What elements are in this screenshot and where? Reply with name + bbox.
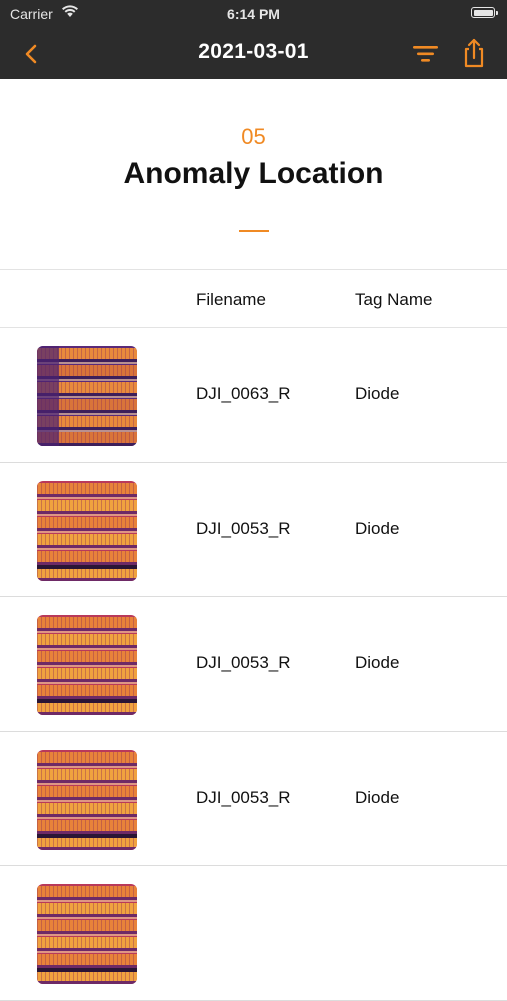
table-row[interactable]: DJI_0053_R Diode bbox=[0, 597, 507, 732]
thermal-thumbnail[interactable] bbox=[37, 615, 137, 715]
battery-icon bbox=[471, 7, 498, 18]
share-icon bbox=[464, 38, 484, 68]
section-title: Anomaly Location bbox=[123, 157, 384, 190]
row-filename: DJI_0053_R bbox=[196, 787, 291, 807]
table-header: Filename Tag Name bbox=[0, 269, 507, 328]
filter-icon bbox=[413, 46, 438, 62]
top-bar: Carrier 6:14 PM 2021-03-01 bbox=[0, 0, 507, 79]
thermal-thumbnail[interactable] bbox=[37, 884, 137, 984]
status-bar: Carrier 6:14 PM bbox=[0, 0, 507, 28]
row-tag-name: Diode bbox=[355, 787, 400, 807]
status-time: 6:14 PM bbox=[227, 6, 280, 22]
row-filename: DJI_0063_R bbox=[196, 384, 291, 403]
row-tag-name: Diode bbox=[355, 384, 400, 403]
navigation-bar: 2021-03-01 bbox=[0, 28, 507, 79]
table-row[interactable]: DJI_0063_R Diode bbox=[0, 328, 507, 463]
section-number: 05 bbox=[241, 124, 266, 149]
row-filename: DJI_0053_R bbox=[196, 518, 291, 538]
row-tag-name: Diode bbox=[355, 653, 400, 672]
column-header-tag-name: Tag Name bbox=[355, 290, 433, 309]
thermal-thumbnail[interactable] bbox=[37, 480, 137, 581]
row-tag-name: Diode bbox=[355, 518, 400, 538]
thermal-thumbnail[interactable] bbox=[37, 346, 137, 446]
share-button[interactable] bbox=[460, 37, 488, 69]
table-row[interactable] bbox=[0, 866, 507, 1001]
thermal-thumbnail[interactable] bbox=[37, 749, 137, 850]
column-header-filename: Filename bbox=[196, 290, 266, 309]
filter-button[interactable] bbox=[411, 40, 441, 68]
row-filename: DJI_0053_R bbox=[196, 653, 291, 672]
section-divider bbox=[239, 230, 269, 232]
table-row[interactable]: DJI_0053_R Diode bbox=[0, 732, 507, 866]
table-row[interactable]: DJI_0053_R Diode bbox=[0, 463, 507, 597]
